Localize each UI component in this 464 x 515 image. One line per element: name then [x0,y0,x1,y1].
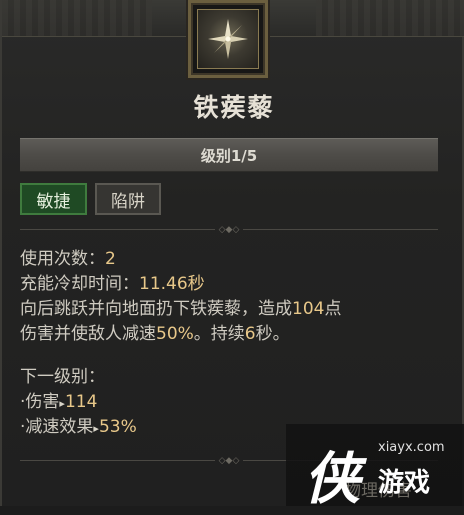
description-text: 秒。 [255,324,290,344]
watermark-logo: 侠 [304,446,360,512]
description-text: 点 [324,299,342,319]
slow-value: 50% [156,324,194,344]
next-level-value: 53% [98,417,137,437]
charges-value: 2 [105,249,116,269]
charges-line: 使用次数：2 [20,247,116,271]
tag-trap[interactable]: 陷阱 [95,183,161,215]
cooldown-line: 充能冷却时间：11.46秒 [20,272,205,296]
next-level-header: 下一级别： [20,367,105,387]
duration-value: 6 [244,324,256,344]
header-ornament-right [316,0,464,36]
next-level-label: 伤害 [25,392,60,412]
tag-agility[interactable]: 敏捷 [20,183,87,215]
site-watermark: 物理伤害 侠 xiayx.com 游戏 [286,424,464,512]
skill-icon-frame [188,0,268,78]
section-divider: ◇◆◇ [20,225,438,235]
description-text: 向后跳跃并向地面扔下铁蒺藜，造成 [20,299,292,319]
caltrops-icon [197,9,259,69]
description-text: 伤害并使敌人减速 [20,324,156,344]
description-line-1: 向后跳跃并向地面扔下铁蒺藜，造成104点 [20,297,341,321]
cooldown-value: 11.46秒 [139,274,205,294]
watermark-url: xiayx.com [378,440,445,455]
description-text: 。持续 [193,324,245,344]
charges-label: 使用次数： [20,249,105,269]
description-line-2: 伤害并使敌人减速50%。持续6秒。 [20,322,290,346]
next-level-label: 减速效果 [25,417,94,437]
next-level-value: 114 [64,392,98,412]
watermark-name: 游戏 [378,468,431,498]
damage-value: 104 [292,299,325,319]
header-ornament-left [2,0,152,36]
next-level-item: ·减速效果▸53% [20,415,137,441]
skill-level-bar: 级别1/5 [20,138,438,172]
skill-title: 铁蒺藜 [193,93,275,122]
next-level-item: ·伤害▸114 [20,390,97,416]
cooldown-label: 充能冷却时间： [20,274,139,294]
